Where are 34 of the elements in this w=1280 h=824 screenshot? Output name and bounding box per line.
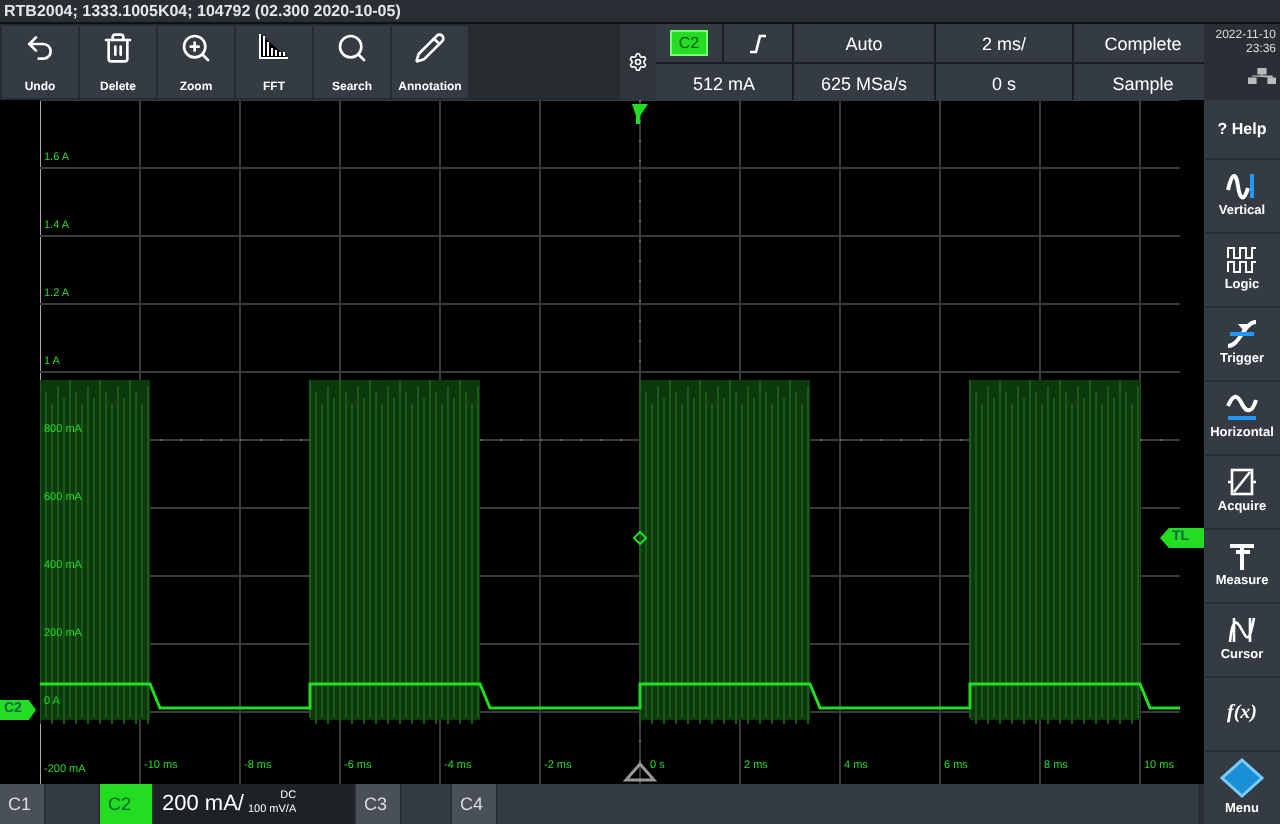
timebase[interactable]: 2 ms/ [936, 24, 1072, 62]
trigger-position-icon [622, 761, 658, 782]
trigger-mode[interactable]: Auto [794, 24, 934, 62]
trigger-crosshair-icon [632, 530, 648, 546]
sine-arrow-icon [1226, 172, 1258, 201]
trigger-point-icon [632, 104, 648, 124]
channel-tab[interactable]: C3 [356, 784, 400, 824]
logo-icon [1220, 758, 1264, 799]
cursor-wave-icon [1226, 616, 1258, 645]
channel-tab[interactable]: C2 [100, 784, 152, 824]
zoom-in-icon [180, 32, 212, 64]
acquire-icon [1226, 468, 1258, 497]
channel-tab[interactable]: C4 [452, 784, 496, 824]
pencil-icon [414, 32, 446, 64]
help-button[interactable]: ? Help [1204, 100, 1280, 158]
search-icon [336, 32, 368, 64]
sine-horizontal-icon [1226, 394, 1258, 423]
spectrum-icon [258, 32, 290, 60]
rising-edge-icon[interactable] [748, 33, 768, 53]
trigger-icon [1226, 320, 1258, 349]
window-title: RTB2004; 1333.1005K04; 104792 (02.300 2020-10-05) [0, 0, 1280, 24]
settings-icon[interactable] [628, 52, 648, 72]
undo-icon [24, 32, 56, 64]
square-wave-icon [1226, 246, 1258, 275]
trigger-level[interactable]: 512 mA [656, 64, 792, 102]
caliper-icon [1226, 542, 1258, 571]
math-button[interactable]: f(x) [1204, 677, 1280, 750]
horizontal-position[interactable]: 0 s [936, 64, 1072, 102]
trash-icon [102, 32, 134, 64]
vertical-scale: 200 mA/ [162, 792, 244, 816]
trigger-source-badge[interactable]: C2 [670, 30, 708, 56]
network-icon [1248, 68, 1276, 84]
sample-rate[interactable]: 625 MSa/s [794, 64, 934, 102]
channel-tab[interactable]: C1 [0, 784, 44, 824]
